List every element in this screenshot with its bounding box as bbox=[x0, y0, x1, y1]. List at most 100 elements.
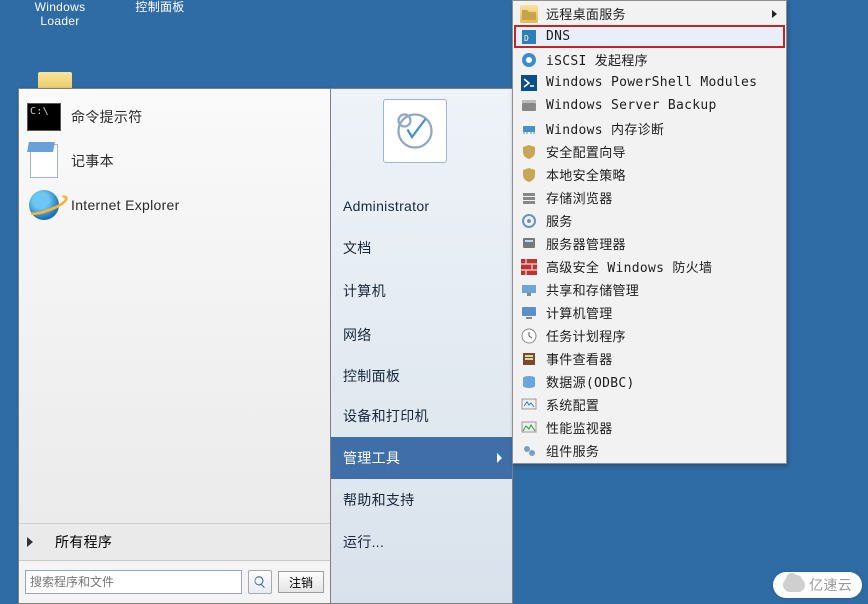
submenu-item-label: 系统配置 bbox=[546, 395, 599, 414]
start-right-item-3[interactable]: 控制面板 bbox=[331, 357, 512, 395]
submenu-item-label: Windows PowerShell Modules bbox=[546, 75, 757, 90]
firewall-icon bbox=[520, 258, 538, 276]
start-right-label: 文档 bbox=[343, 238, 372, 258]
desktop-icon-windows-loader[interactable]: Windows Loader bbox=[20, 0, 100, 28]
watermark: 亿速云 bbox=[773, 572, 862, 598]
svg-text:D: D bbox=[524, 34, 529, 43]
start-right-label: 控制面板 bbox=[343, 366, 400, 386]
cmd-icon bbox=[27, 100, 61, 134]
start-right-label: 网络 bbox=[343, 325, 372, 345]
pinned-cmd[interactable]: 命令提示符 bbox=[23, 95, 326, 139]
compmgmt-icon bbox=[520, 304, 538, 322]
iscsi-icon bbox=[520, 51, 538, 69]
admin-tools-item-share[interactable]: 共享和存储管理 bbox=[514, 278, 785, 301]
admin-tools-item-odbc[interactable]: 数据源(ODBC) bbox=[514, 370, 785, 393]
search-input[interactable] bbox=[25, 570, 242, 594]
submenu-item-label: 共享和存储管理 bbox=[546, 280, 639, 299]
submenu-item-label: Windows Server Backup bbox=[546, 98, 717, 113]
secp-icon bbox=[520, 166, 538, 184]
submenu-item-label: 计算机管理 bbox=[546, 303, 613, 322]
user-name-label: Administrator bbox=[343, 198, 429, 214]
pinned-notepad[interactable]: 记事本 bbox=[23, 139, 326, 183]
notepad-icon bbox=[27, 144, 61, 178]
desktop-icon-control-panel[interactable]: 控制面板 bbox=[120, 0, 200, 14]
secw-icon bbox=[520, 143, 538, 161]
start-right-label: 设备和打印机 bbox=[343, 406, 429, 426]
all-programs[interactable]: 所有程序 bbox=[19, 523, 330, 560]
search-icon[interactable] bbox=[248, 570, 272, 594]
start-right-label: 管理工具 bbox=[343, 448, 400, 468]
start-search-bar: 注销 bbox=[19, 560, 330, 603]
ie-icon bbox=[27, 188, 61, 222]
start-right-item-1[interactable]: 计算机 bbox=[331, 269, 512, 313]
tasksch-icon bbox=[520, 327, 538, 345]
submenu-item-label: 本地安全策略 bbox=[546, 165, 626, 184]
shutdown-button[interactable]: 注销 bbox=[278, 571, 324, 593]
start-right-item-6[interactable]: 帮助和支持 bbox=[331, 479, 512, 521]
admin-tools-item-srvmgr[interactable]: 服务器管理器 bbox=[514, 232, 785, 255]
storage-icon bbox=[520, 189, 538, 207]
start-right-item-5[interactable]: 管理工具 bbox=[331, 437, 512, 479]
submenu-item-label: 组件服务 bbox=[546, 441, 599, 460]
submenu-item-label: 远程桌面服务 bbox=[546, 4, 626, 23]
backup-icon bbox=[520, 97, 538, 115]
submenu-item-label: 安全配置向导 bbox=[546, 142, 626, 161]
submenu-item-label: 性能监视器 bbox=[546, 418, 613, 437]
admin-tools-item-backup[interactable]: Windows Server Backup bbox=[514, 94, 785, 117]
desktop-icon-label: Windows Loader bbox=[20, 0, 100, 28]
submenu-item-label: Windows 内存诊断 bbox=[546, 119, 664, 138]
admin-tools-item-folder[interactable]: 远程桌面服务 bbox=[514, 2, 785, 25]
submenu-item-label: 高级安全 Windows 防火墙 bbox=[546, 257, 712, 276]
admin-tools-submenu: 远程桌面服务 DDNS iSCSI 发起程序 Windows PowerShell M… bbox=[512, 0, 787, 464]
admin-tools-item-firewall[interactable]: 高级安全 Windows 防火墙 bbox=[514, 255, 785, 278]
start-right-item-2[interactable]: 网络 bbox=[331, 313, 512, 357]
admin-tools-item-event[interactable]: 事件查看器 bbox=[514, 347, 785, 370]
start-right-item-user[interactable]: Administrator bbox=[331, 185, 512, 227]
user-picture-icon bbox=[383, 99, 447, 163]
submenu-item-label: 存储浏览器 bbox=[546, 188, 613, 207]
pinned-ie[interactable]: Internet Explorer bbox=[23, 183, 326, 227]
start-right-item-7[interactable]: 运行... bbox=[331, 521, 512, 563]
admin-tools-item-secw[interactable]: 安全配置向导 bbox=[514, 140, 785, 163]
admin-tools-item-services[interactable]: 服务 bbox=[514, 209, 785, 232]
perf-icon bbox=[520, 419, 538, 437]
admin-tools-item-iscsi[interactable]: iSCSI 发起程序 bbox=[514, 48, 785, 71]
start-right-label: 计算机 bbox=[343, 281, 386, 301]
submenu-item-label: 事件查看器 bbox=[546, 349, 613, 368]
submenu-item-label: iSCSI 发起程序 bbox=[546, 50, 648, 69]
submenu-item-label: 服务 bbox=[546, 211, 573, 230]
admin-tools-item-mem[interactable]: Windows 内存诊断 bbox=[514, 117, 785, 140]
start-right-label: 帮助和支持 bbox=[343, 490, 415, 510]
submenu-item-label: 服务器管理器 bbox=[546, 234, 626, 253]
pinned-programs-list: 命令提示符 记事本 Internet Explorer bbox=[19, 89, 330, 231]
msconfig-icon bbox=[520, 396, 538, 414]
dns-icon: D bbox=[520, 28, 538, 46]
start-right-label: 运行... bbox=[343, 532, 384, 552]
admin-tools-item-secp[interactable]: 本地安全策略 bbox=[514, 163, 785, 186]
admin-tools-item-ps[interactable]: Windows PowerShell Modules bbox=[514, 71, 785, 94]
cloud-icon bbox=[783, 578, 805, 592]
admin-tools-item-storage[interactable]: 存储浏览器 bbox=[514, 186, 785, 209]
admin-tools-item-perf[interactable]: 性能监视器 bbox=[514, 416, 785, 439]
submenu-item-label: 任务计划程序 bbox=[546, 326, 626, 345]
admin-tools-item-compmgmt[interactable]: 计算机管理 bbox=[514, 301, 785, 324]
srvmgr-icon bbox=[520, 235, 538, 253]
ps-icon bbox=[520, 74, 538, 92]
arrow-icon bbox=[27, 537, 33, 547]
admin-tools-item-comp[interactable]: 组件服务 bbox=[514, 439, 785, 462]
submenu-arrow-icon bbox=[497, 453, 502, 463]
admin-tools-item-tasksch[interactable]: 任务计划程序 bbox=[514, 324, 785, 347]
desktop-icon-label: 控制面板 bbox=[120, 0, 200, 14]
submenu-item-label: 数据源(ODBC) bbox=[546, 372, 635, 391]
all-programs-label: 所有程序 bbox=[55, 532, 112, 552]
event-icon bbox=[520, 350, 538, 368]
start-menu-right-panel: Administrator 文档计算机网络控制面板设备和打印机管理工具帮助和支持运… bbox=[330, 88, 513, 604]
start-right-item-0[interactable]: 文档 bbox=[331, 227, 512, 269]
odbc-icon bbox=[520, 373, 538, 391]
admin-tools-item-dns[interactable]: DDNS bbox=[514, 25, 785, 48]
start-right-item-4[interactable]: 设备和打印机 bbox=[331, 395, 512, 437]
watermark-text: 亿速云 bbox=[809, 575, 852, 595]
mem-icon bbox=[520, 120, 538, 138]
admin-tools-item-msconfig[interactable]: 系统配置 bbox=[514, 393, 785, 416]
folder-icon bbox=[520, 5, 538, 23]
